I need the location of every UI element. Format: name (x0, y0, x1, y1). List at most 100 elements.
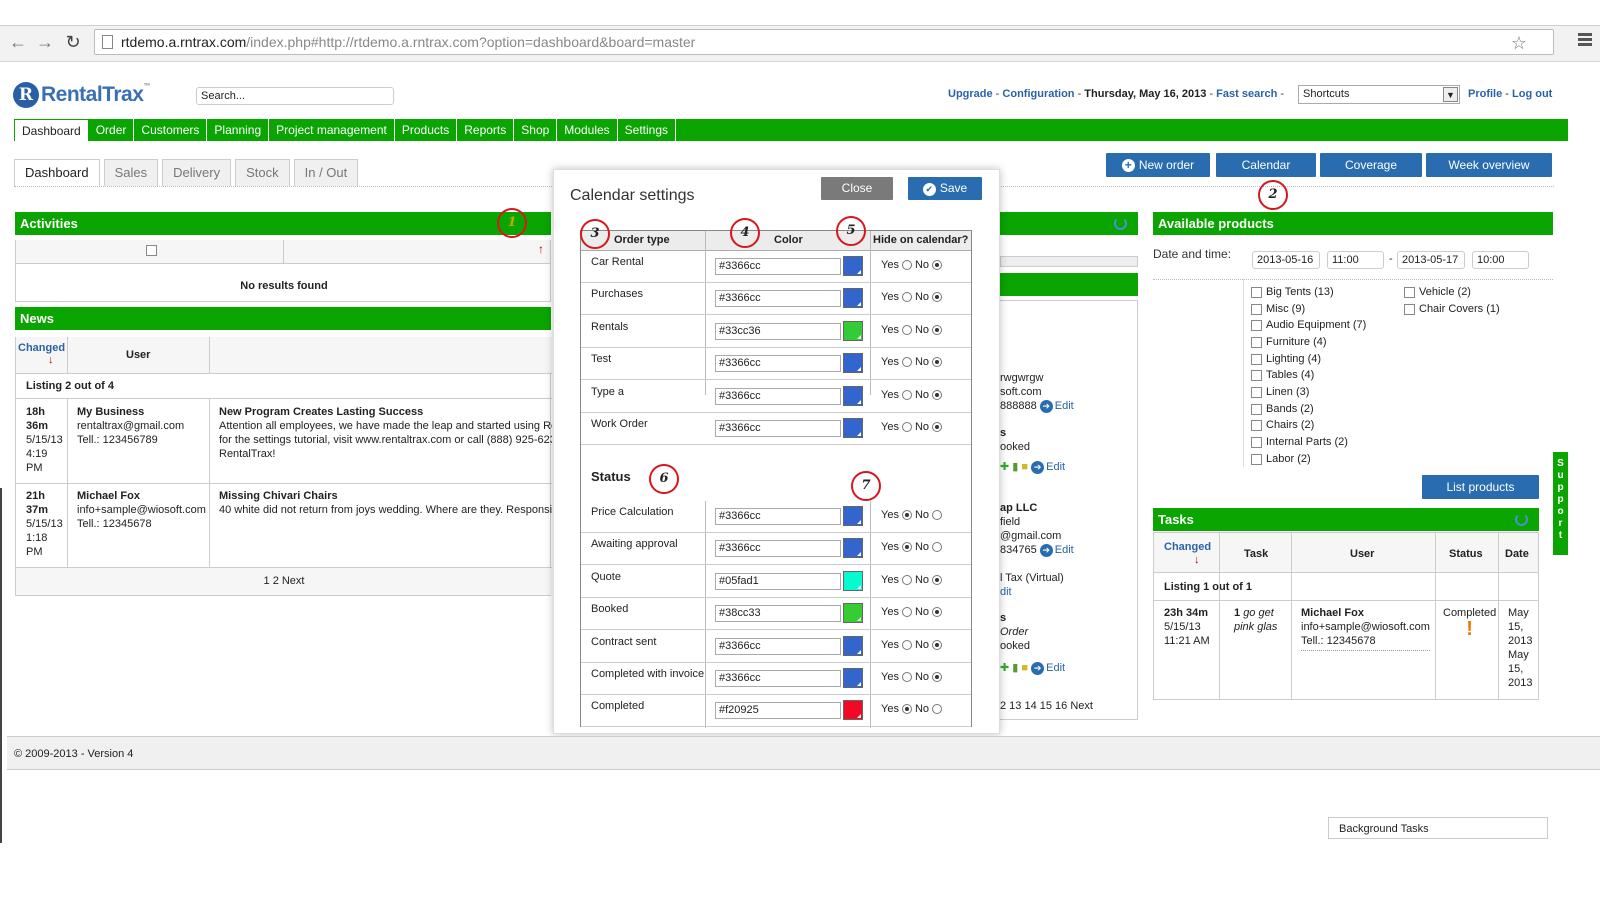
hide-yes-radio[interactable] (901, 639, 912, 650)
select-all-checkbox[interactable] (146, 245, 157, 256)
nav-products[interactable]: Products (395, 119, 458, 141)
color-swatch[interactable] (843, 418, 863, 438)
color-swatch[interactable] (843, 353, 863, 374)
middle-pager[interactable]: 2 13 14 15 16 Next (1000, 699, 1093, 713)
end-date-input[interactable]: 2013-05-17 (1397, 251, 1465, 269)
logout-link[interactable]: Log out (1512, 88, 1552, 100)
order-type-color-input[interactable]: #3366cc (715, 258, 841, 275)
product-category-big-tents[interactable]: Big Tents (13) (1251, 286, 1334, 298)
nav-reports[interactable]: Reports (457, 119, 515, 141)
refresh-icon[interactable] (1515, 513, 1528, 526)
edit-link[interactable]: Edit (1040, 544, 1074, 556)
tab-stock[interactable]: Stock (235, 159, 290, 186)
hide-no-radio[interactable] (932, 574, 943, 585)
back-icon[interactable]: ← (8, 32, 28, 52)
color-swatch[interactable] (843, 320, 863, 341)
color-swatch[interactable] (843, 256, 863, 276)
bookmark-star-icon[interactable]: ☆ (1511, 31, 1527, 55)
news-pager[interactable]: 1 2 Next (16, 567, 552, 595)
background-tasks-panel[interactable]: Background Tasks (1328, 817, 1548, 839)
profile-link[interactable]: Profile (1468, 88, 1502, 100)
color-swatch[interactable] (843, 385, 863, 406)
hide-yes-radio[interactable] (901, 422, 912, 432)
color-swatch[interactable] (843, 570, 863, 591)
calendar-button[interactable]: Calendar (1216, 153, 1316, 177)
product-category-chair-covers[interactable]: Chair Covers (1) (1404, 303, 1500, 315)
product-category-tables[interactable]: Tables (4) (1251, 369, 1314, 381)
news-col-changed[interactable]: Changed (18, 342, 65, 354)
tasks-col-changed[interactable]: Changed (1164, 541, 1211, 553)
fast-search-link[interactable]: Fast search (1216, 88, 1277, 100)
product-category-linen[interactable]: Linen (3) (1251, 386, 1309, 398)
hide-no-radio[interactable] (932, 389, 943, 400)
hide-yes-radio[interactable] (901, 260, 912, 270)
product-category-audio[interactable]: Audio Equipment (7) (1251, 319, 1366, 331)
sort-arrow-icon[interactable]: ↑ (538, 242, 544, 256)
configuration-link[interactable]: Configuration (1002, 88, 1074, 100)
order-type-color-input[interactable]: #3366cc (715, 387, 841, 405)
hide-no-radio[interactable] (932, 607, 943, 618)
nav-planning[interactable]: Planning (207, 119, 270, 141)
coverage-button[interactable]: Coverage (1320, 153, 1422, 177)
order-type-color-input[interactable]: #33cc36 (715, 322, 841, 340)
tab-in-out[interactable]: In / Out (293, 159, 359, 186)
edit-link[interactable]: Edit (1031, 461, 1065, 473)
product-category-chairs[interactable]: Chairs (2) (1251, 419, 1314, 431)
nav-order[interactable]: Order (89, 119, 135, 141)
product-category-lighting[interactable]: Lighting (4) (1251, 353, 1321, 365)
forward-icon[interactable]: → (35, 32, 55, 52)
shortcuts-select[interactable]: Shortcuts ▼ (1298, 85, 1460, 104)
global-search-input[interactable]: Search... (196, 87, 394, 105)
status-color-input[interactable]: #3366cc (715, 508, 841, 525)
task-row-task[interactable]: 1 go get pink glas (1234, 606, 1277, 634)
product-category-misc[interactable]: Misc (9) (1251, 303, 1305, 315)
color-swatch[interactable] (843, 700, 863, 721)
nav-project-management[interactable]: Project management (269, 119, 395, 141)
order-type-color-input[interactable]: #3366cc (715, 355, 841, 373)
status-color-input[interactable]: #38cc33 (715, 605, 841, 623)
hide-no-radio[interactable] (932, 324, 943, 335)
hide-yes-radio[interactable] (901, 324, 912, 335)
hide-no-radio[interactable] (932, 510, 943, 520)
status-color-input[interactable]: #3366cc (715, 670, 841, 687)
start-date-input[interactable]: 2013-05-16 (1252, 251, 1320, 269)
product-category-vehicle[interactable]: Vehicle (2) (1404, 286, 1471, 298)
color-swatch[interactable] (843, 538, 863, 559)
nav-dashboard[interactable]: Dashboard (14, 119, 89, 141)
end-time-input[interactable]: 10:00 (1472, 251, 1529, 269)
middle-scrollbar[interactable] (1000, 256, 1138, 267)
color-swatch[interactable] (843, 603, 863, 624)
tab-delivery[interactable]: Delivery (162, 159, 232, 186)
status-color-input[interactable]: #05fad1 (715, 572, 841, 590)
list-products-button[interactable]: List products (1422, 475, 1539, 499)
hide-no-radio[interactable] (932, 639, 943, 650)
hide-yes-radio[interactable] (901, 542, 912, 553)
status-color-input[interactable]: #3366cc (715, 637, 841, 655)
upgrade-link[interactable]: Upgrade (948, 88, 993, 100)
hide-no-radio[interactable] (932, 292, 943, 303)
product-category-labor[interactable]: Labor (2) (1251, 453, 1311, 465)
hide-yes-radio[interactable] (901, 704, 912, 715)
nav-modules[interactable]: Modules (557, 119, 618, 141)
support-tab[interactable]: Support (1553, 452, 1568, 555)
nav-settings[interactable]: Settings (618, 119, 677, 141)
hide-yes-radio[interactable] (901, 357, 912, 368)
close-button[interactable]: Close (821, 177, 893, 200)
edit-link[interactable]: Edit (1040, 400, 1074, 412)
status-color-input[interactable]: #3366cc (715, 540, 841, 558)
product-category-furniture[interactable]: Furniture (4) (1251, 336, 1327, 348)
edit-link[interactable]: Edit (1031, 662, 1065, 674)
hide-no-radio[interactable] (932, 542, 943, 553)
save-button[interactable]: ✔ Save (908, 177, 982, 200)
refresh-icon[interactable] (1114, 217, 1127, 230)
nav-shop[interactable]: Shop (514, 119, 558, 141)
hide-yes-radio[interactable] (901, 672, 912, 682)
hide-no-radio[interactable] (932, 357, 943, 368)
hide-yes-radio[interactable] (901, 607, 912, 618)
status-color-input[interactable]: #f20925 (715, 702, 841, 720)
color-swatch[interactable] (843, 288, 863, 309)
logo[interactable]: R RentalTrax™ (13, 80, 150, 110)
hide-no-radio[interactable] (932, 260, 943, 270)
browser-menu-icon[interactable] (1578, 33, 1592, 47)
nav-customers[interactable]: Customers (134, 119, 208, 141)
